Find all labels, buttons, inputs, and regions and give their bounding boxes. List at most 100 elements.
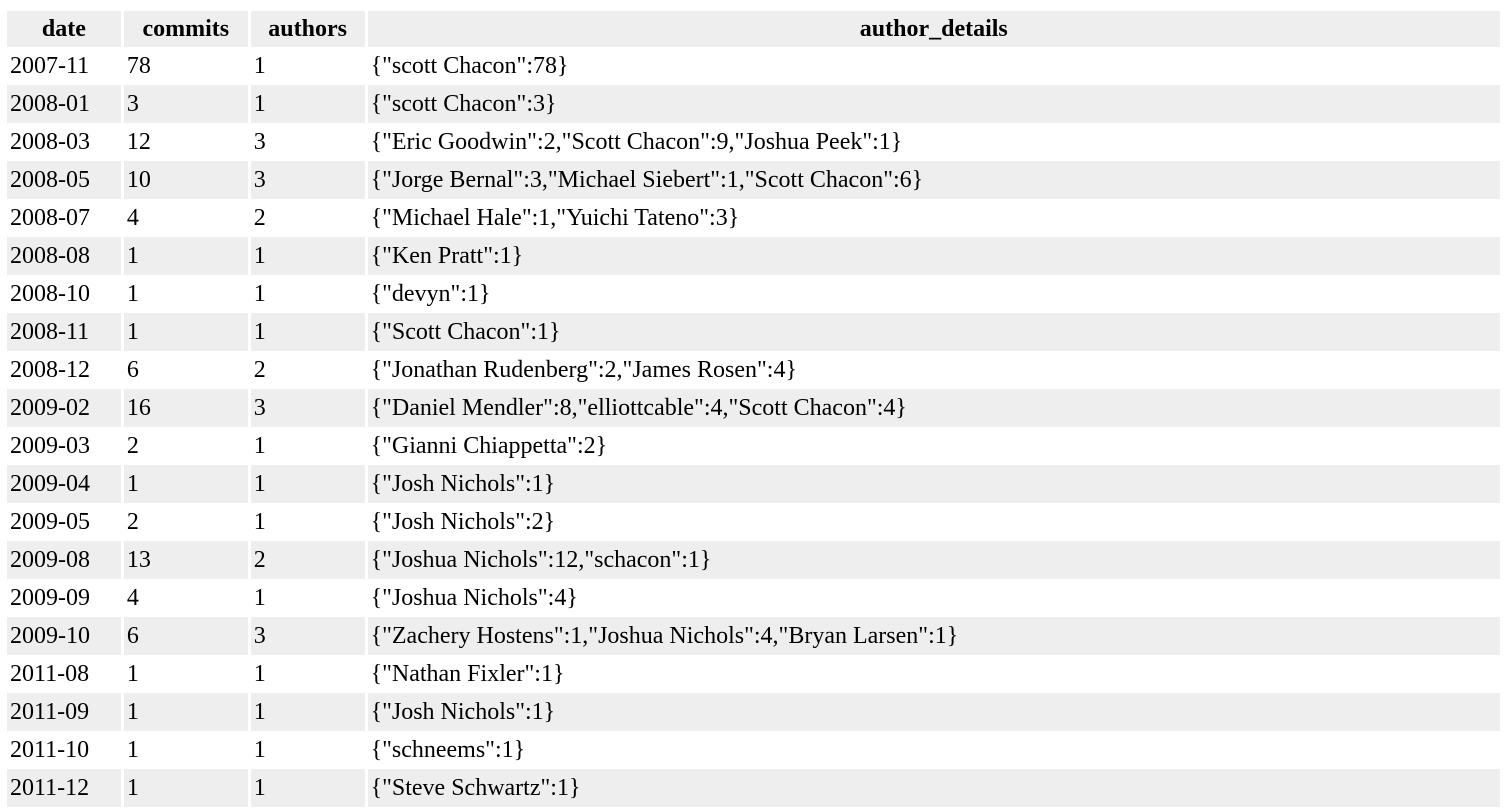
table-row: 2011-10 1 1 {"schneems":1} [7, 731, 1500, 769]
cell-commits: 1 [126, 281, 139, 307]
cell-authors: 1 [250, 769, 365, 807]
table-row: 2011-08 1 1 {"Nathan Fixler":1} [7, 655, 1500, 693]
cell-date: 2008-01 [7, 85, 121, 123]
cell-author-details: {"Daniel Mendler":8,"elliottcable":4,"Sc… [367, 389, 1500, 427]
table-row: 2008-01 3 1 {"scott Chacon":3} [7, 85, 1500, 123]
table-row: 2009-02 16 3 {"Daniel Mendler":8,"elliottca… [7, 389, 1500, 427]
cell-authors: 3 [250, 389, 365, 427]
cell-date: 2011-12 [7, 769, 121, 807]
cell-commits: 1 [123, 769, 248, 807]
table-row: 2009-05 2 1 {"Josh Nichols":2} [7, 503, 1500, 541]
cell-authors: 2 [253, 357, 266, 383]
cell-author-details: {"Ken Pratt":1} [367, 237, 1500, 275]
cell-commits: 78 [126, 53, 151, 79]
commits-table: date commits authors author_details 2007… [4, 11, 1503, 807]
cell-date: 2008-10 [10, 281, 90, 307]
table-row: 2008-12 6 2 {"Jonathan Rudenberg":2,"James … [7, 351, 1500, 389]
cell-date: 2011-08 [10, 661, 90, 687]
cell-authors: 1 [253, 737, 266, 763]
cell-date: 2011-09 [7, 693, 121, 731]
cell-date: 2009-04 [7, 465, 121, 503]
column-header-date: date [7, 11, 121, 47]
cell-author-details: {"Jonathan Rudenberg":2,"James Rosen":4} [370, 357, 797, 383]
cell-author-details: {"devyn":1} [370, 281, 491, 307]
cell-author-details: {"Scott Chacon":1} [367, 313, 1500, 351]
cell-date: 2008-12 [10, 357, 90, 383]
column-header-author-details: author_details [367, 11, 1500, 47]
cell-author-details: {"scott Chacon":78} [370, 53, 569, 79]
cell-author-details: {"schneems":1} [370, 737, 526, 763]
table-header: date commits authors author_details [7, 11, 1500, 47]
cell-authors: 1 [250, 85, 365, 123]
cell-date: 2009-08 [7, 541, 121, 579]
cell-date: 2008-11 [7, 313, 121, 351]
cell-author-details: {"Josh Nichols":2} [370, 509, 556, 535]
table-row: 2009-08 13 2 {"Joshua Nichols":12,"schacon"… [7, 541, 1500, 579]
cell-author-details: {"Josh Nichols":1} [367, 465, 1500, 503]
header-row: date commits authors author_details [7, 11, 1500, 47]
table-body: 2007-11 78 1 {"scott Chacon":78} 2008-01 3 1 {"… [7, 47, 1500, 807]
cell-author-details: {"Josh Nichols":1} [367, 693, 1500, 731]
cell-author-details: {"Joshua Nichols":4} [370, 585, 578, 611]
cell-authors: 3 [250, 161, 365, 199]
cell-date: 2008-05 [7, 161, 121, 199]
table-row: 2009-04 1 1 {"Josh Nichols":1} [7, 465, 1500, 503]
cell-authors: 2 [250, 541, 365, 579]
column-header-commits: commits [123, 11, 248, 47]
cell-date: 2009-10 [7, 617, 121, 655]
cell-authors: 1 [250, 465, 365, 503]
cell-commits: 1 [123, 465, 248, 503]
cell-commits: 2 [126, 509, 139, 535]
table-row: 2008-10 1 1 {"devyn":1} [7, 275, 1500, 313]
cell-authors: 3 [253, 129, 266, 155]
cell-commits: 1 [126, 661, 139, 687]
cell-author-details: {"Michael Hale":1,"Yuichi Tateno":3} [370, 205, 740, 231]
cell-date: 2009-09 [10, 585, 90, 611]
table-row: 2008-08 1 1 {"Ken Pratt":1} [7, 237, 1500, 275]
cell-authors: 2 [253, 205, 266, 231]
column-header-authors: authors [250, 11, 365, 47]
table-row: 2011-09 1 1 {"Josh Nichols":1} [7, 693, 1500, 731]
cell-date: 2009-03 [10, 433, 90, 459]
cell-commits: 1 [123, 693, 248, 731]
table-row: 2007-11 78 1 {"scott Chacon":78} [7, 47, 1500, 85]
cell-commits: 6 [123, 617, 248, 655]
cell-date: 2008-08 [7, 237, 121, 275]
table-row: 2008-11 1 1 {"Scott Chacon":1} [7, 313, 1500, 351]
cell-date: 2008-07 [10, 205, 90, 231]
cell-authors: 1 [253, 661, 266, 687]
table-row: 2008-07 4 2 {"Michael Hale":1,"Yuichi Taten… [7, 199, 1500, 237]
cell-commits: 12 [126, 129, 151, 155]
cell-commits: 1 [126, 737, 139, 763]
cell-commits: 10 [123, 161, 248, 199]
cell-date: 2008-03 [10, 129, 90, 155]
table-row: 2009-10 6 3 {"Zachery Hostens":1,"Joshua Ni… [7, 617, 1500, 655]
cell-commits: 4 [126, 585, 139, 611]
cell-commits: 6 [126, 357, 139, 383]
cell-commits: 3 [123, 85, 248, 123]
cell-author-details: {"Gianni Chiappetta":2} [370, 433, 608, 459]
cell-authors: 1 [253, 433, 266, 459]
cell-authors: 1 [250, 693, 365, 731]
table-row: 2009-03 2 1 {"Gianni Chiappetta":2} [7, 427, 1500, 465]
cell-commits: 2 [126, 433, 139, 459]
cell-authors: 1 [250, 237, 365, 275]
cell-commits: 1 [123, 237, 248, 275]
cell-date: 2009-02 [7, 389, 121, 427]
cell-author-details: {"Jorge Bernal":3,"Michael Siebert":1,"S… [367, 161, 1500, 199]
cell-author-details: {"Steve Schwartz":1} [367, 769, 1500, 807]
cell-commits: 4 [126, 205, 139, 231]
table-row: 2011-12 1 1 {"Steve Schwartz":1} [7, 769, 1500, 807]
table-row: 2009-09 4 1 {"Joshua Nichols":4} [7, 579, 1500, 617]
cell-date: 2009-05 [10, 509, 90, 535]
cell-author-details: {"Zachery Hostens":1,"Joshua Nichols":4,… [367, 617, 1500, 655]
table-row: 2008-03 12 3 {"Eric Goodwin":2,"Scott Chaco… [7, 123, 1500, 161]
table-row: 2008-05 10 3 {"Jorge Bernal":3,"Michael Sie… [7, 161, 1500, 199]
cell-commits: 16 [123, 389, 248, 427]
cell-author-details: {"Joshua Nichols":12,"schacon":1} [367, 541, 1500, 579]
cell-commits: 13 [123, 541, 248, 579]
cell-authors: 1 [253, 509, 266, 535]
cell-date: 2011-10 [10, 737, 90, 763]
cell-authors: 3 [250, 617, 365, 655]
cell-authors: 1 [253, 53, 266, 79]
